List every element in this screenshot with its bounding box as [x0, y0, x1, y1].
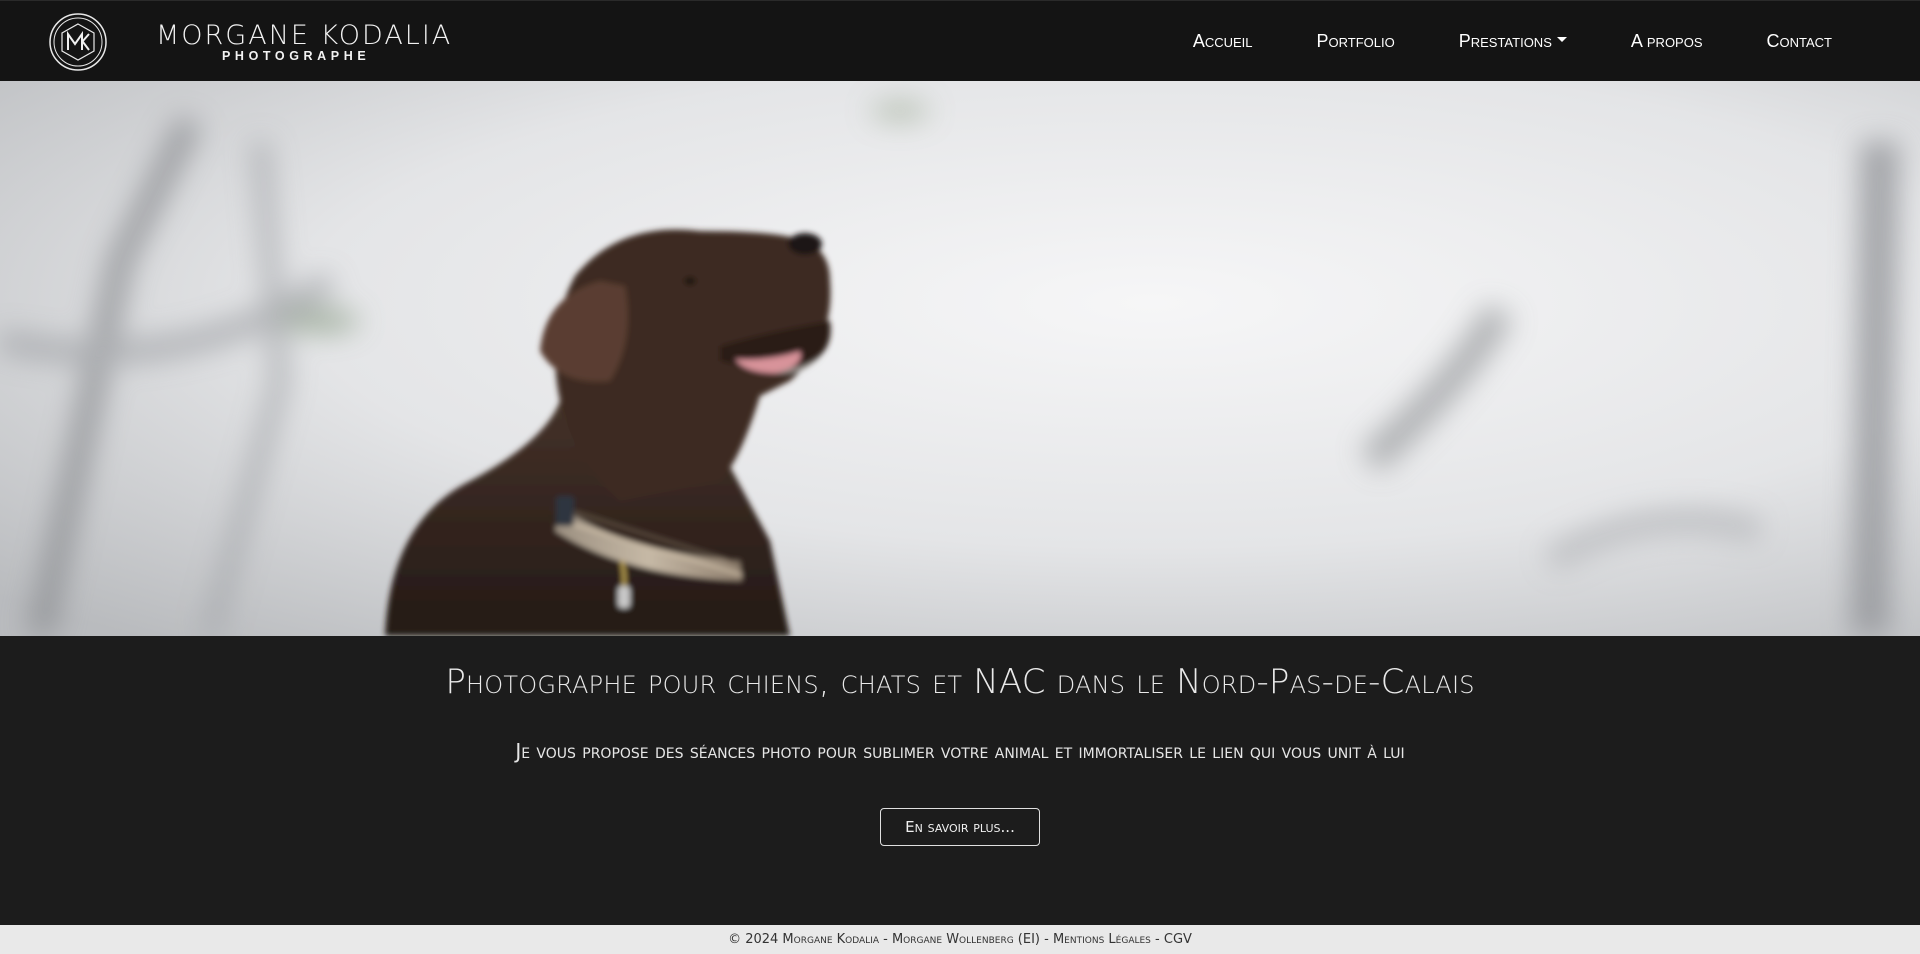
main-nav: Accueil Portfolio Prestations A propos C… [1193, 31, 1832, 52]
nav-label: Accueil [1192, 31, 1253, 51]
brand-tagline: PHOTOGRAPHE [222, 49, 371, 63]
nav-item-contact[interactable]: Contact [1767, 31, 1832, 52]
page-title: Photographe pour chiens, chats et NAC da… [445, 662, 1475, 702]
footer-separator: - [1150, 932, 1164, 947]
nav-item-portfolio[interactable]: Portfolio [1317, 31, 1395, 52]
legal-notice-link[interactable]: Mentions Légales [1053, 932, 1151, 947]
footer: © 2024 Morgane Kodalia - Morgane Wollenb… [0, 925, 1920, 954]
logo-icon[interactable] [48, 12, 108, 72]
nav-item-accueil[interactable]: Accueil [1193, 31, 1253, 52]
nav-item-prestations[interactable]: Prestations [1459, 31, 1567, 52]
navbar: MORGANE KODALIA PHOTOGRAPHE Accueil Port… [0, 0, 1920, 81]
brand-name[interactable]: MORGANE KODALIA [156, 20, 452, 51]
intro-section: Photographe pour chiens, chats et NAC da… [0, 636, 1920, 925]
learn-more-button[interactable]: En savoir plus... [880, 808, 1040, 846]
hero-image [0, 81, 1920, 636]
hero-photo [0, 81, 1920, 636]
cgv-link[interactable]: CGV [1164, 932, 1192, 947]
nav-label: Prestations [1458, 31, 1552, 51]
chevron-down-icon [1556, 37, 1567, 42]
nav-label: A propos [1630, 31, 1703, 51]
nav-item-a-propos[interactable]: A propos [1631, 31, 1703, 52]
nav-label: Contact [1766, 31, 1832, 51]
page-subtitle: Je vous propose des séances photo pour s… [515, 739, 1405, 763]
nav-label: Portfolio [1316, 31, 1395, 51]
copyright-text: © 2024 Morgane Kodalia - Morgane Wollenb… [728, 932, 1053, 947]
